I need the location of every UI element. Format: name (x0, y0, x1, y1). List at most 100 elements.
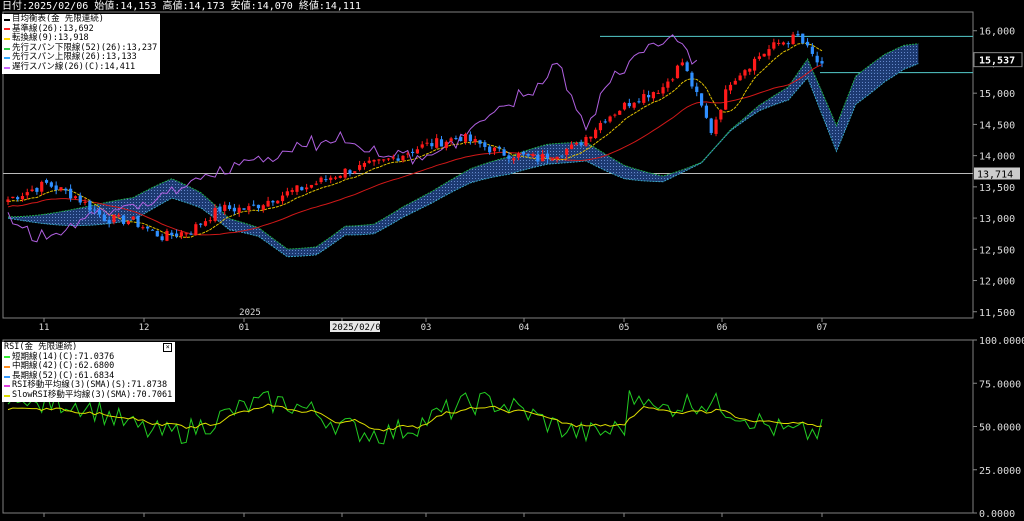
legend-swatch (4, 375, 10, 378)
rsi-tick-label: 75.0000 (979, 379, 1021, 390)
candle-body (512, 158, 516, 161)
candle-body (637, 101, 641, 103)
legend-label: 遅行スパン線(26)(C):14,411 (12, 61, 136, 72)
candle-body (49, 182, 53, 187)
legend-swatch (4, 66, 10, 69)
year-label: 2025 (239, 308, 261, 318)
close-icon[interactable]: × (163, 343, 173, 353)
candle-body (93, 209, 97, 211)
price-tick-label: 12,000 (979, 277, 1015, 288)
candle-body (541, 153, 545, 162)
price-tick-label: 11,500 (979, 308, 1015, 319)
candle-body (348, 170, 352, 174)
candle-body (372, 159, 376, 162)
legend-swatch (4, 394, 10, 397)
candle-body (805, 41, 810, 46)
time-tick-label: 11 (39, 323, 50, 333)
candle-body (661, 87, 665, 94)
candle-body (223, 204, 227, 211)
candle-body (333, 177, 338, 179)
candle-body (410, 151, 415, 154)
candle-body (675, 65, 680, 79)
candle-body (425, 142, 429, 144)
candle-body (309, 184, 314, 188)
candle-body (189, 233, 193, 235)
candle-body (565, 149, 569, 155)
candle-body (295, 185, 299, 192)
time-tick-label: 07 (817, 323, 828, 333)
time-tick-label: 04 (519, 323, 530, 333)
candle-body (463, 133, 468, 142)
time-tick-label: 12 (139, 323, 150, 333)
candle-body (232, 207, 236, 212)
chart-canvas[interactable]: 16,00015,50015,00014,50014,00013,50013,0… (0, 0, 1024, 521)
candle-body (454, 138, 458, 140)
candle-body (704, 105, 709, 118)
candle-body (516, 153, 521, 158)
candle-body (160, 236, 164, 241)
candle-body (35, 187, 39, 192)
price-tick-label: 13,000 (979, 214, 1015, 225)
price-tick-label: 15,000 (979, 89, 1015, 100)
candle-body (435, 138, 439, 148)
candle-body (319, 177, 323, 183)
candle-body (386, 158, 391, 160)
candle-body (545, 153, 550, 159)
candle-body (589, 136, 593, 139)
rsi-legend[interactable]: RSI(金 先限連続) × 短期線(14)(C):71.0376 中期線(42)… (2, 342, 176, 402)
legend-swatch (4, 57, 10, 60)
candle-body (377, 159, 381, 161)
candle-body (796, 33, 800, 36)
candle-body (738, 75, 742, 81)
candle-body (550, 158, 554, 161)
candle-body (627, 102, 631, 107)
candle-body (613, 114, 617, 116)
rsi-tick-label: 25.0000 (979, 466, 1021, 477)
candle-body (743, 70, 747, 76)
candle-body (338, 175, 342, 178)
rsi-tick-label: 50.0000 (979, 423, 1021, 434)
candle-body (724, 89, 728, 110)
candle-body (170, 232, 174, 236)
candle-body (25, 192, 29, 196)
candle-body (290, 190, 294, 192)
ichimoku-legend[interactable]: 目均衡表(金 先限連続) 基準線(26):13,692 転換線(9):13,91… (2, 14, 161, 74)
chart-window: 日付:2025/02/06 始値:14,153 高値:14,173 安値:14,… (0, 0, 1024, 521)
candle-body (150, 229, 155, 231)
candle-body (194, 224, 198, 236)
candle-body (685, 62, 689, 72)
candle-body (555, 156, 559, 160)
candle-body (622, 102, 627, 110)
candle-body (483, 142, 487, 147)
candle-body (521, 151, 525, 155)
candle-body (213, 208, 217, 221)
candle-body (353, 171, 357, 173)
candle-body (810, 46, 814, 54)
candle-body (603, 121, 607, 123)
candle-body (218, 206, 222, 212)
candle-body (752, 58, 757, 71)
candle-body (690, 72, 694, 87)
candle-body (362, 162, 367, 167)
candle-body (40, 181, 44, 192)
candle-body (415, 149, 420, 154)
rsi-tick-label: 0.0000 (979, 509, 1015, 520)
candle-body (748, 68, 752, 72)
candle-body (54, 185, 58, 191)
candle-body (227, 205, 232, 210)
candle-body (671, 79, 675, 81)
candle-body (781, 42, 786, 45)
candle-body (719, 109, 723, 120)
candle-body (165, 230, 169, 241)
candle-body (502, 149, 506, 156)
candle-body (642, 94, 646, 103)
candle-body (126, 221, 131, 225)
time-tick-label: 03 (421, 323, 432, 333)
candle-body (30, 189, 34, 192)
candle-body (247, 206, 251, 211)
candle-body (88, 200, 92, 211)
candle-body (526, 154, 530, 156)
candle-body (242, 208, 246, 210)
candle-body (401, 155, 405, 161)
span-a-line (7, 43, 919, 250)
